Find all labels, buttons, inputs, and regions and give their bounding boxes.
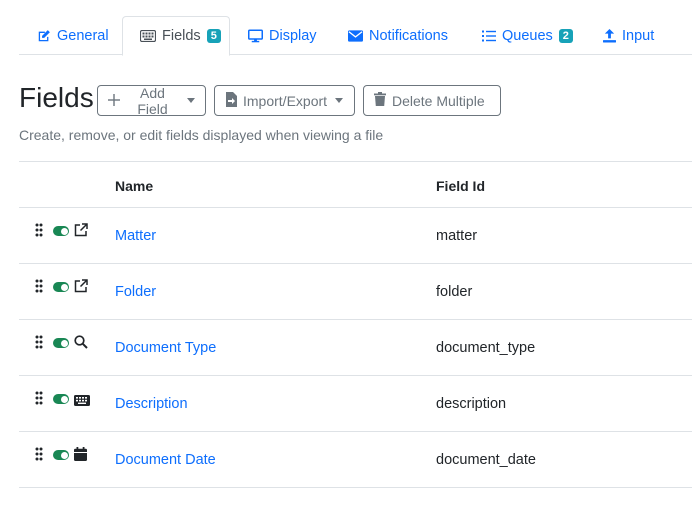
table-row: Description description [19, 376, 692, 432]
table-row: Matter matter [19, 208, 692, 264]
drag-handle-icon[interactable] [35, 223, 43, 242]
tab-notifications[interactable]: Notifications [348, 16, 448, 55]
upload-icon [603, 28, 616, 43]
field-name-link[interactable]: Folder [115, 284, 156, 300]
toggle-on-icon[interactable] [53, 282, 69, 292]
table-row: Folder folder [19, 264, 692, 320]
monitor-icon [248, 28, 263, 43]
page-title: Fields [19, 82, 94, 113]
tab-display[interactable]: Display [248, 16, 317, 55]
drag-handle-icon[interactable] [35, 279, 43, 298]
column-header-field-id: Field Id [436, 178, 485, 194]
toggle-on-icon[interactable] [53, 226, 69, 236]
page-subtitle: Create, remove, or edit fields displayed… [19, 127, 384, 143]
plus-icon [108, 93, 120, 109]
tab-bar: General Fields 5 Display Notifications Q… [19, 16, 692, 56]
delete-multiple-button[interactable]: Delete Multiple [363, 85, 501, 116]
delete-multiple-label: Delete Multiple [392, 92, 485, 109]
tab-fields[interactable]: Fields 5 [122, 16, 230, 56]
fields-count-badge: 5 [206, 29, 221, 43]
keyboard-icon [140, 30, 156, 42]
tab-fields-label: Fields [162, 28, 201, 44]
tab-queues-label: Queues [502, 27, 553, 44]
field-name-link[interactable]: Document Type [115, 340, 216, 356]
queues-count-badge: 2 [558, 28, 573, 43]
tab-general-label: General [57, 27, 109, 44]
field-name-link[interactable]: Description [115, 396, 188, 412]
tab-queues[interactable]: Queues 2 [482, 16, 573, 55]
table-row: Document Type document_type [19, 320, 692, 376]
drag-handle-icon[interactable] [35, 335, 43, 354]
toggle-on-icon[interactable] [53, 394, 69, 404]
field-id-value: matter [436, 228, 478, 244]
file-import-icon [225, 91, 237, 110]
search-icon [74, 335, 88, 354]
external-link-icon[interactable] [74, 279, 88, 298]
toggle-on-icon[interactable] [53, 338, 69, 348]
tab-display-label: Display [269, 27, 317, 44]
field-id-value: folder [436, 284, 473, 300]
chevron-down-icon [335, 98, 344, 103]
table-header: Name Field Id [19, 161, 692, 208]
edit-icon [37, 29, 51, 43]
table-row: Document Date document_date [19, 432, 692, 488]
keyboard-icon [74, 393, 90, 411]
field-id-value: document_type [436, 340, 536, 356]
field-name-link[interactable]: Document Date [115, 452, 216, 468]
fields-table: Name Field Id Matter matter Folder folde… [19, 161, 692, 488]
list-icon [482, 30, 496, 42]
external-link-icon[interactable] [74, 223, 88, 242]
drag-handle-icon[interactable] [35, 447, 43, 466]
drag-handle-icon[interactable] [35, 391, 43, 410]
field-name-link[interactable]: Matter [115, 228, 156, 244]
tab-input[interactable]: Input [603, 16, 654, 55]
add-field-label: Add Field [137, 84, 168, 117]
column-header-name: Name [115, 178, 154, 194]
chevron-down-icon [187, 98, 195, 103]
field-id-value: description [436, 396, 507, 412]
import-export-button[interactable]: Import/Export [214, 85, 355, 116]
trash-icon [374, 92, 386, 109]
tab-input-label: Input [622, 27, 655, 44]
toggle-on-icon[interactable] [53, 450, 69, 460]
field-id-value: document_date [436, 452, 536, 468]
tab-general[interactable]: General [37, 16, 109, 55]
envelope-icon [348, 29, 363, 42]
tab-notifications-label: Notifications [369, 27, 448, 44]
import-export-label: Import/Export [243, 92, 328, 109]
add-field-button[interactable]: Add Field [97, 84, 206, 117]
calendar-icon [74, 447, 87, 466]
